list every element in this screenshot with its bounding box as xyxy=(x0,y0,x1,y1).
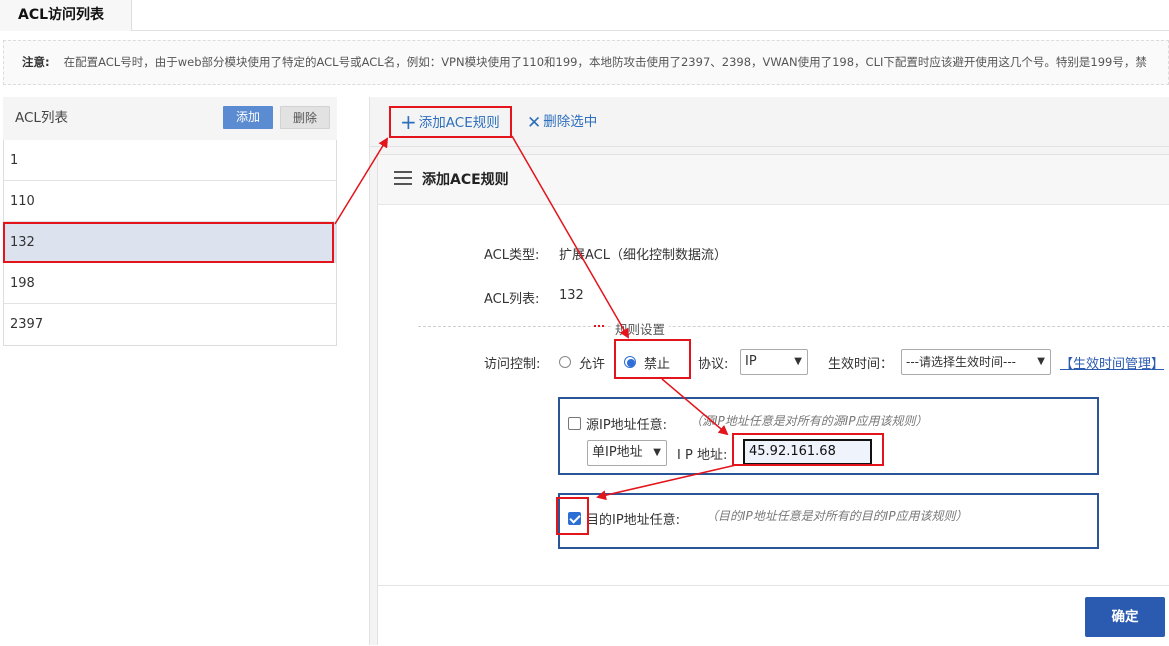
acl-list-item[interactable]: 198 xyxy=(4,263,336,304)
source-ip-type-value: 单IP地址 xyxy=(592,445,643,460)
source-ip-label: I P 地址: xyxy=(677,448,728,463)
dialog-title: 添加ACE规则 xyxy=(422,172,509,188)
destination-any-label: 目的IP地址任意: xyxy=(586,513,681,528)
acl-list-item[interactable]: 2397 xyxy=(4,304,336,345)
chevron-down-icon: ▼ xyxy=(653,447,661,458)
time-manage-link[interactable]: 【生效时间管理】 xyxy=(1060,353,1164,372)
annotation-box-deny xyxy=(614,339,691,379)
dialog-header: 添加ACE规则 xyxy=(378,155,1169,205)
tab-acl-list[interactable]: ACL访问列表 xyxy=(0,0,132,31)
dialog-footer: 确定 xyxy=(378,585,1169,646)
notice-text: 在配置ACL号时，由于web部分模块使用了特定的ACL号或ACL名，例如：VPN… xyxy=(63,55,1147,69)
source-any-checkbox[interactable] xyxy=(568,417,581,430)
protocol-value: IP xyxy=(745,354,757,369)
access-control-label: 访问控制: xyxy=(484,357,541,372)
acl-type-value: 扩展ACL（细化控制数据流） xyxy=(559,248,727,263)
acl-list-label: ACL列表: xyxy=(484,292,540,307)
rule-divider xyxy=(418,326,1169,327)
acl-list-item[interactable]: 1 xyxy=(4,140,336,181)
effective-time-label: 生效时间： xyxy=(828,357,894,372)
acl-type-label: ACL类型: xyxy=(484,248,540,263)
destination-any-hint: （目的IP地址任意是对所有的目的IP应用该规则） xyxy=(706,509,968,523)
notice-banner: 注意: 在配置ACL号时，由于web部分模块使用了特定的ACL号或ACL名，例如：… xyxy=(3,40,1169,85)
source-any-label: 源IP地址任意: xyxy=(586,418,668,433)
add-ace-dialog: 添加ACE规则 ACL类型: 扩展ACL（细化控制数据流） ACL列表: 132… xyxy=(377,154,1169,646)
chevron-down-icon: ▼ xyxy=(794,356,802,367)
annotation-box-ip xyxy=(732,433,884,466)
delete-selected-label: 删除选中 xyxy=(543,114,598,130)
annotation-box-dest-any xyxy=(556,497,589,535)
allow-label: 允许 xyxy=(579,357,606,372)
effective-time-select[interactable]: ---请选择生效时间--- ▼ xyxy=(901,349,1051,375)
acl-list-title: ACL列表 xyxy=(15,110,68,126)
protocol-label: 协议: xyxy=(698,357,729,372)
notice-label: 注意: xyxy=(22,55,50,69)
acl-list-value: 132 xyxy=(559,288,584,303)
effective-time-value: ---请选择生效时间--- xyxy=(906,355,1016,369)
protocol-select[interactable]: IP ▼ xyxy=(740,349,808,375)
destination-ip-group: 目的IP地址任意: （目的IP地址任意是对所有的目的IP应用该规则） xyxy=(558,493,1099,549)
acl-list-header: ACL列表 添加 删除 xyxy=(3,97,337,140)
source-any-hint: （源IP地址任意是对所有的源IP应用该规则） xyxy=(690,414,928,428)
chevron-down-icon: ▼ xyxy=(1037,356,1045,367)
menu-icon xyxy=(394,171,412,187)
acl-list-item[interactable]: 110 xyxy=(4,181,336,222)
confirm-button[interactable]: 确定 xyxy=(1085,597,1165,637)
delete-acl-button[interactable]: 删除 xyxy=(280,106,330,129)
source-ip-type-select[interactable]: 单IP地址 ▼ xyxy=(587,440,667,466)
delete-selected-button[interactable]: ✕ 删除选中 xyxy=(527,110,597,134)
add-acl-button[interactable]: 添加 xyxy=(223,106,273,129)
rule-section-title: 规则设置 xyxy=(611,319,670,338)
allow-radio[interactable] xyxy=(559,356,571,368)
tab-bar: ACL访问列表 xyxy=(0,0,1169,31)
annotation-box-acl-132 xyxy=(3,222,334,263)
annotation-box-add-ace xyxy=(389,106,512,138)
close-icon: ✕ xyxy=(527,113,542,133)
